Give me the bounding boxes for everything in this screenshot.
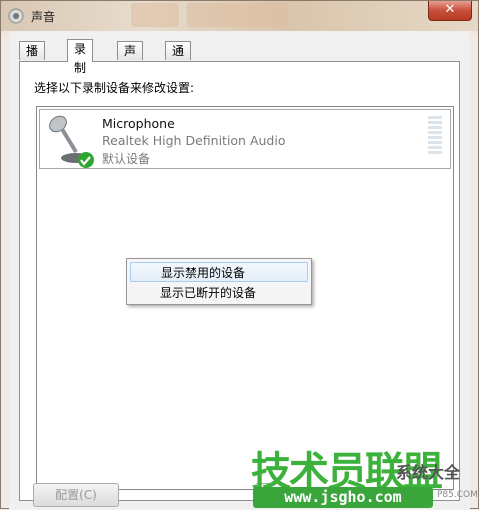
device-item-microphone[interactable]: Microphone Realtek High Definition Audio… (39, 109, 451, 169)
device-driver: Realtek High Definition Audio (102, 133, 286, 148)
sound-dialog: 声音 ✕ 播放 录制 声音 通信 选择以下录制设备来修改设置: (0, 0, 479, 510)
close-icon: ✕ (444, 2, 456, 17)
instruction-text: 选择以下录制设备来修改设置: (34, 81, 195, 95)
tab-communications[interactable]: 通信 (165, 41, 192, 77)
device-status: 默认设备 (102, 152, 151, 166)
tab-playback[interactable]: 播放 (19, 41, 46, 77)
microphone-icon (49, 115, 94, 168)
menu-item-show-disabled[interactable]: 显示禁用的设备 (130, 262, 308, 282)
background-blur (187, 3, 287, 27)
window-title: 声音 (31, 10, 56, 24)
tab-recording[interactable]: 录制 (67, 39, 94, 75)
speaker-icon (8, 8, 24, 24)
watermark-tag: 系统大全 (396, 463, 461, 482)
context-menu: 显示禁用的设备 显示已断开的设备 (126, 258, 312, 305)
device-name: Microphone (102, 116, 175, 131)
close-button[interactable]: ✕ (428, 1, 472, 21)
watermark-tag-2: P85.COM (437, 490, 478, 500)
menu-item-show-disconnected[interactable]: 显示已断开的设备 (130, 283, 308, 303)
watermark-url: www.jsgho.com (253, 487, 433, 508)
configure-button[interactable]: 配置(C) (33, 483, 119, 507)
background-blur (131, 3, 179, 27)
title-bar[interactable]: 声音 ✕ (1, 1, 478, 31)
level-meter (428, 116, 442, 156)
tab-sounds[interactable]: 声音 (117, 41, 144, 77)
